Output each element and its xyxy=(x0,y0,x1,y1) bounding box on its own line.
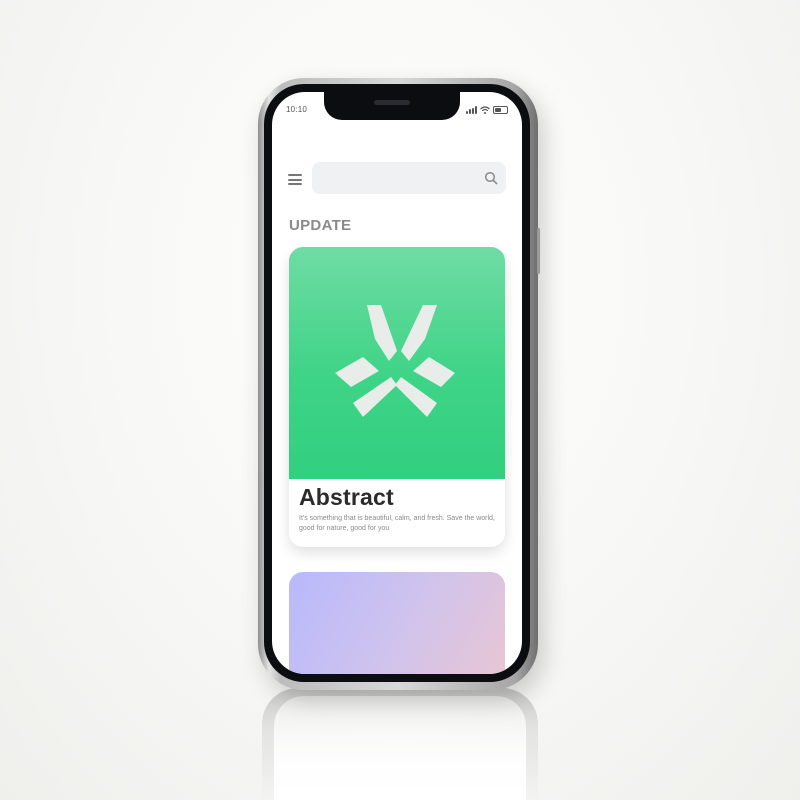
card-hero-image xyxy=(289,247,505,479)
search-icon[interactable] xyxy=(484,171,498,185)
card-description: It's something that is beautiful, calm, … xyxy=(299,515,495,532)
phone-screen: 10:10 UPDATE Abstract It's something tha… xyxy=(272,92,522,674)
side-button xyxy=(537,228,540,274)
search-input[interactable] xyxy=(312,162,506,194)
abstract-logo-icon xyxy=(335,305,455,417)
phone-reflection xyxy=(262,688,538,800)
wifi-icon xyxy=(480,106,490,114)
hamburger-menu-icon xyxy=(288,174,302,176)
speaker-grille xyxy=(374,100,410,105)
signal-icon xyxy=(466,106,477,114)
update-card-abstract[interactable]: Abstract It's something that is beautifu… xyxy=(289,247,505,547)
phone-frame: 10:10 UPDATE Abstract It's something tha… xyxy=(258,78,540,690)
card-title: Abstract xyxy=(299,484,394,510)
battery-icon xyxy=(493,106,508,114)
menu-button[interactable] xyxy=(288,174,302,185)
phone-bezel: 10:10 UPDATE Abstract It's something tha… xyxy=(264,84,530,682)
notch xyxy=(324,92,460,120)
section-title: UPDATE xyxy=(289,217,352,234)
status-time: 10:10 xyxy=(286,105,308,114)
update-card-gradient[interactable] xyxy=(289,572,505,674)
product-scene: 10:10 UPDATE Abstract It's something tha… xyxy=(0,0,800,800)
status-icons xyxy=(466,104,508,114)
